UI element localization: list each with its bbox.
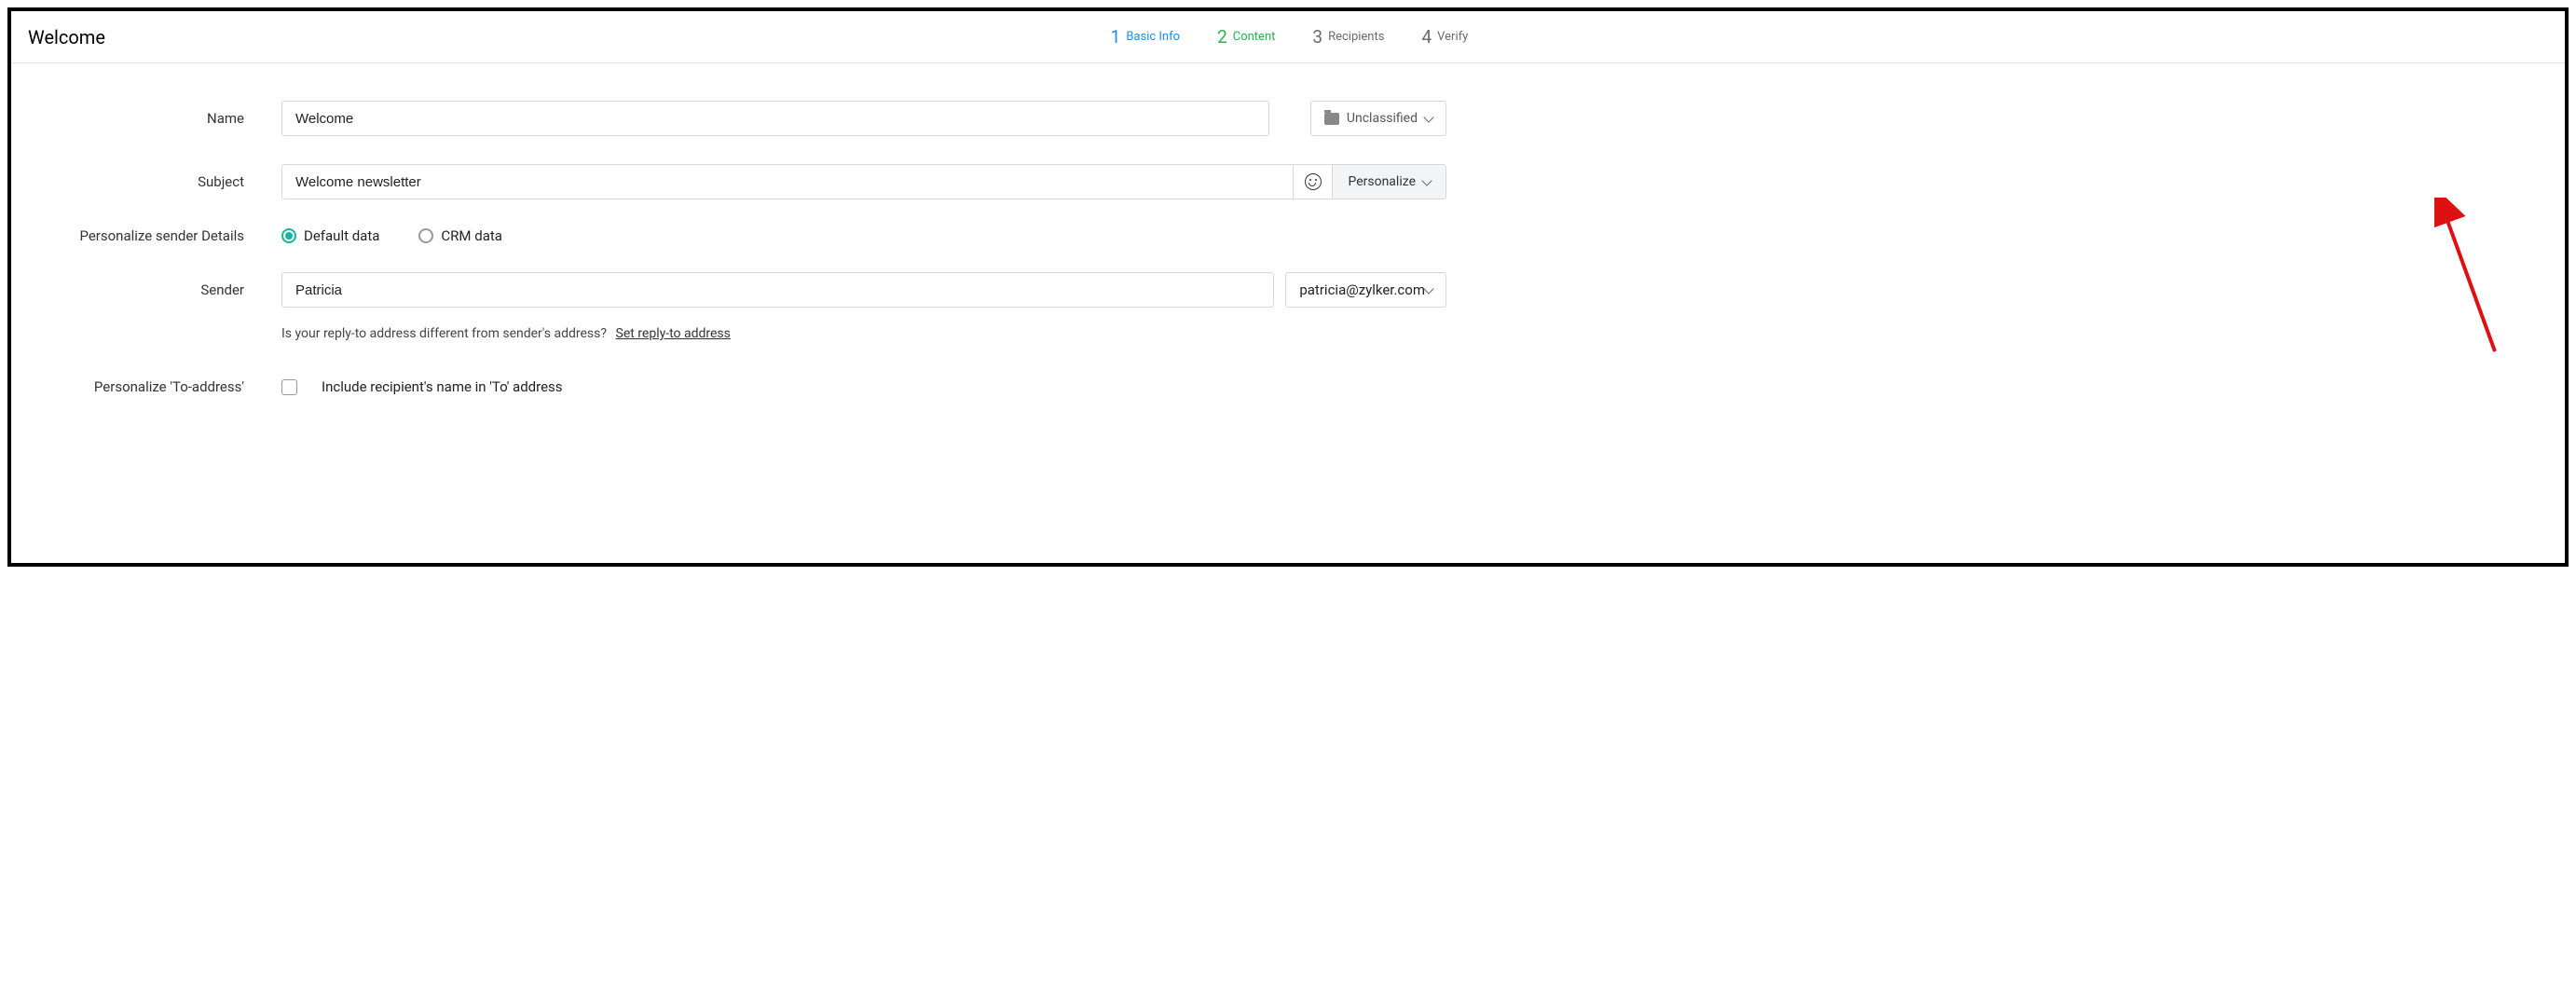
radio-label: CRM data bbox=[441, 227, 502, 244]
step-label: Verify bbox=[1437, 30, 1468, 44]
classification-label: Unclassified bbox=[1347, 111, 1418, 126]
step-number: 2 bbox=[1217, 26, 1227, 48]
include-recipient-checkbox[interactable] bbox=[281, 379, 297, 395]
wizard-steps: 1 Basic Info 2 Content 3 Recipients 4 Ve… bbox=[1111, 26, 1469, 48]
step-basic-info[interactable]: 1 Basic Info bbox=[1111, 26, 1180, 48]
name-input[interactable] bbox=[281, 101, 1269, 136]
sender-email-value: patricia@zylker.com bbox=[1299, 281, 1425, 298]
step-label: Content bbox=[1233, 30, 1276, 44]
include-recipient-label: Include recipient's name in 'To' address bbox=[322, 378, 563, 395]
personalize-label: Personalize bbox=[1348, 174, 1416, 189]
personalize-dropdown[interactable]: Personalize bbox=[1332, 165, 1446, 199]
radio-crm-data[interactable]: CRM data bbox=[418, 227, 502, 244]
sender-name-input[interactable] bbox=[281, 272, 1274, 308]
step-content[interactable]: 2 Content bbox=[1217, 26, 1275, 48]
step-number: 4 bbox=[1421, 26, 1432, 48]
chevron-down-icon bbox=[1423, 283, 1433, 294]
radio-icon bbox=[281, 228, 296, 243]
page-title: Welcome bbox=[28, 26, 105, 48]
chevron-down-icon bbox=[1423, 112, 1433, 122]
classification-dropdown[interactable]: Unclassified bbox=[1310, 101, 1446, 136]
annotation-arrow-icon bbox=[2434, 198, 2500, 356]
emoji-button[interactable] bbox=[1293, 165, 1332, 199]
smile-icon bbox=[1305, 173, 1322, 190]
sender-email-dropdown[interactable]: patricia@zylker.com bbox=[1285, 272, 1446, 308]
step-number: 1 bbox=[1111, 26, 1121, 48]
radio-default-data[interactable]: Default data bbox=[281, 227, 379, 244]
reply-to-question: Is your reply-to address different from … bbox=[281, 326, 607, 341]
sender-details-label: Personalize sender Details bbox=[30, 227, 281, 244]
subject-input[interactable] bbox=[282, 165, 1293, 199]
set-reply-to-link[interactable]: Set reply-to address bbox=[616, 326, 731, 341]
name-label: Name bbox=[30, 110, 281, 127]
chevron-down-icon bbox=[1421, 175, 1432, 185]
subject-label: Subject bbox=[30, 173, 281, 190]
step-recipients[interactable]: 3 Recipients bbox=[1312, 26, 1384, 48]
radio-label: Default data bbox=[304, 227, 379, 244]
step-label: Basic Info bbox=[1126, 30, 1180, 44]
step-verify[interactable]: 4 Verify bbox=[1421, 26, 1468, 48]
to-address-label: Personalize 'To-address' bbox=[30, 378, 281, 395]
radio-icon bbox=[418, 228, 433, 243]
step-label: Recipients bbox=[1328, 30, 1384, 44]
sender-label: Sender bbox=[30, 281, 281, 298]
step-number: 3 bbox=[1312, 26, 1322, 48]
folder-icon bbox=[1324, 113, 1339, 125]
